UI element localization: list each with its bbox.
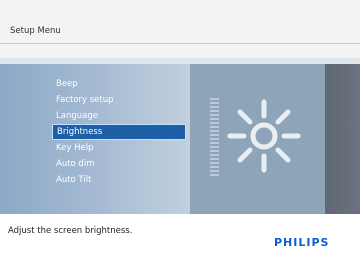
scale-tick — [210, 118, 219, 120]
scale-tick — [210, 154, 219, 156]
page-title: Setup Menu — [10, 26, 61, 36]
scale-tick — [210, 130, 219, 132]
setup-menu-list: Beep Factory setup Language Brightness K… — [52, 76, 186, 188]
scale-tick — [210, 110, 219, 112]
setup-menu-panel: Beep Factory setup Language Brightness K… — [0, 64, 190, 214]
title-divider — [0, 43, 360, 44]
scale-tick — [210, 98, 219, 100]
scale-tick — [210, 138, 219, 140]
brightness-preview-panel — [190, 64, 325, 214]
menu-item-key-help[interactable]: Key Help — [52, 140, 186, 156]
philips-logo: PHILIPS — [274, 236, 330, 249]
help-bar: Adjust the screen brightness. PHILIPS — [0, 214, 360, 272]
scale-tick — [210, 170, 219, 172]
scale-tick — [210, 142, 219, 144]
scale-tick — [210, 166, 219, 168]
scale-tick — [210, 150, 219, 152]
scale-tick — [210, 114, 219, 116]
help-text: Adjust the screen brightness. — [8, 226, 133, 236]
menu-item-beep[interactable]: Beep — [52, 76, 186, 92]
menu-item-auto-tilt[interactable]: Auto Tilt — [52, 172, 186, 188]
menu-item-language[interactable]: Language — [52, 108, 186, 124]
scale-tick — [210, 102, 219, 104]
scale-tick — [210, 174, 219, 176]
scale-tick — [210, 146, 219, 148]
scale-tick — [210, 134, 219, 136]
device-screen: Setup Menu Beep Factory setup Language B… — [0, 0, 360, 272]
scale-tick — [210, 106, 219, 108]
scale-tick — [210, 162, 219, 164]
sun-brightness-icon — [227, 99, 301, 173]
menu-item-factory-setup[interactable]: Factory setup — [52, 92, 186, 108]
scale-tick — [210, 158, 219, 160]
side-edge-panel — [325, 64, 360, 214]
brightness-scale — [210, 98, 219, 178]
title-bar: Setup Menu — [0, 0, 360, 58]
scale-tick — [210, 122, 219, 124]
menu-item-brightness[interactable]: Brightness — [52, 124, 186, 140]
menu-item-auto-dim[interactable]: Auto dim — [52, 156, 186, 172]
scale-tick — [210, 126, 219, 128]
